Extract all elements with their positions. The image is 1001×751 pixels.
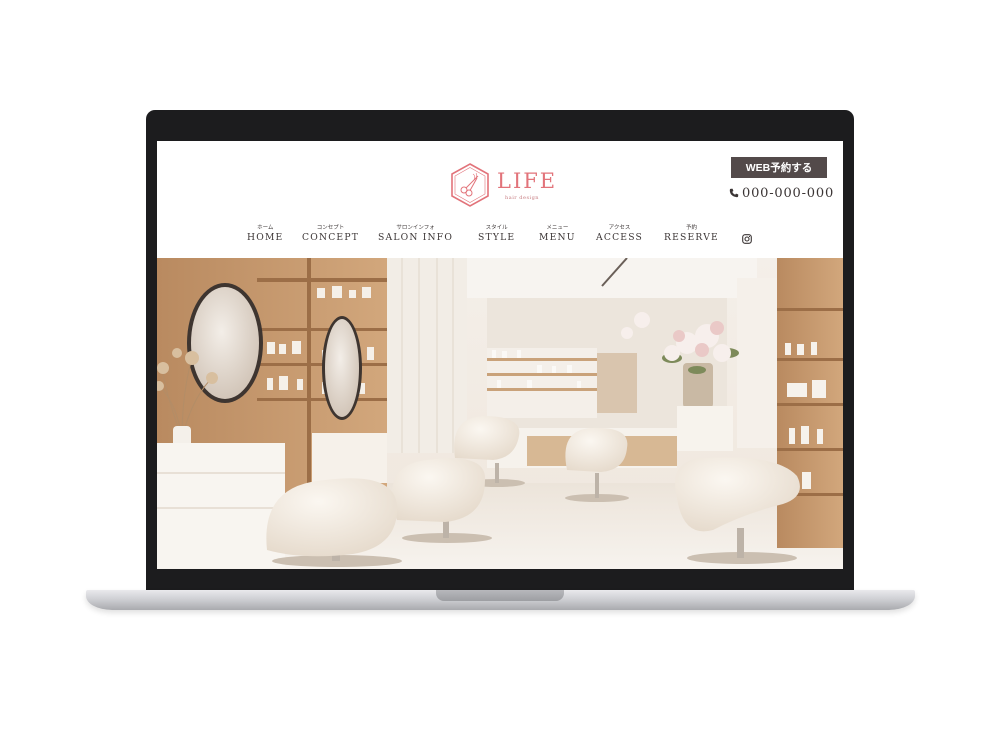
nav-kana: サロンインフォ [396,225,435,231]
nav-kana: メニュー [546,225,569,231]
hero-salon-photo [157,258,843,569]
logo-tagline: hair design [505,195,540,201]
nav-label: MENU [539,232,576,243]
nav-item-menu[interactable]: メニュー MENU [539,225,576,244]
logo-wordmark: LIFE [497,169,558,193]
nav-item-salon-info[interactable]: サロンインフォ SALON INFO [378,225,453,244]
nav-item-concept[interactable]: コンセプト CONCEPT [302,225,359,244]
nav-kana: アクセス [608,225,631,231]
nav-kana: スタイル [485,225,508,231]
nav-label: CONCEPT [302,232,360,243]
instagram-icon[interactable] [742,234,752,244]
nav-item-reserve[interactable]: 予約 RESERVE [664,225,719,244]
nav-item-home[interactable]: ホーム HOME [247,225,283,244]
nav-item-access[interactable]: アクセス ACCESS [596,225,643,244]
laptop-screen: LIFE hair design WEB予約する 000-000-000 ホーム… [157,141,843,569]
nav-item-style[interactable]: スタイル STYLE [478,225,515,244]
scissors-hexagon-icon [451,163,489,207]
site-logo[interactable]: LIFE hair design [449,162,559,210]
phone-text: 000-000-000 [742,185,835,201]
nav-label: STYLE [478,232,516,243]
web-reserve-button[interactable]: WEB予約する [731,157,827,178]
phone-icon [729,188,739,198]
nav-label: ACCESS [596,232,644,243]
phone-number[interactable]: 000-000-000 [729,185,834,201]
laptop-notch [436,590,564,601]
nav-label: SALON INFO [378,232,454,243]
nav-label: RESERVE [664,232,719,243]
nav-label: HOME [247,232,284,243]
site-header: LIFE hair design WEB予約する 000-000-000 ホーム… [157,141,843,258]
nav-kana: ホーム [257,225,274,231]
nav-kana: コンセプト [316,225,345,231]
main-nav: ホーム HOME コンセプト CONCEPT サロンインフォ SALON INF… [243,225,763,247]
nav-kana: 予約 [685,225,697,231]
